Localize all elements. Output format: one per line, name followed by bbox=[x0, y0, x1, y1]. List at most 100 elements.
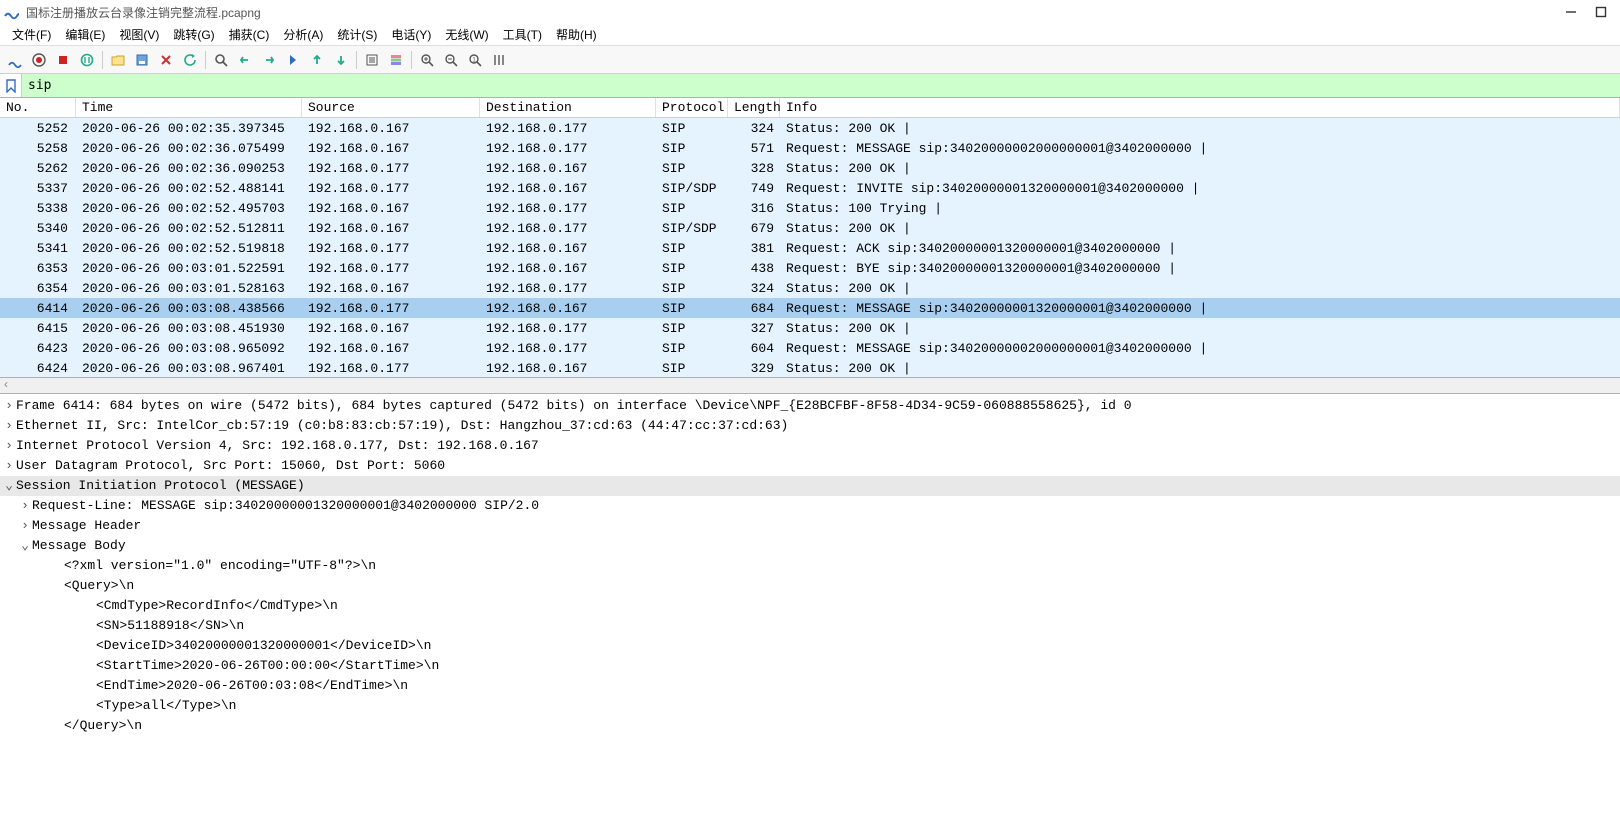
packet-row[interactable]: 52582020-06-26 00:02:36.075499192.168.0.… bbox=[0, 138, 1620, 158]
resize-columns-icon[interactable] bbox=[488, 49, 510, 71]
autoscroll-icon[interactable] bbox=[361, 49, 383, 71]
menubar: 文件(F) 编辑(E) 视图(V) 跳转(G) 捕获(C) 分析(A) 统计(S… bbox=[0, 24, 1620, 46]
col-header-info[interactable]: Info bbox=[780, 98, 1620, 117]
tree-xml-line[interactable]: <DeviceID>34020000001320000001</DeviceID… bbox=[0, 636, 1620, 656]
tree-ethernet[interactable]: ›Ethernet II, Src: IntelCor_cb:57:19 (c0… bbox=[0, 416, 1620, 436]
menu-help[interactable]: 帮助(H) bbox=[550, 24, 603, 45]
titlebar: 国标注册播放云台录像注销完整流程.pcapng bbox=[0, 0, 1620, 24]
col-header-protocol[interactable]: Protocol bbox=[656, 98, 728, 117]
chevron-right-icon[interactable]: › bbox=[2, 416, 16, 436]
close-file-icon[interactable] bbox=[155, 49, 177, 71]
chevron-right-icon[interactable]: › bbox=[18, 516, 32, 536]
start-capture-icon[interactable] bbox=[4, 49, 26, 71]
packet-row[interactable]: 64242020-06-26 00:03:08.967401192.168.0.… bbox=[0, 358, 1620, 378]
packet-row[interactable]: 53382020-06-26 00:02:52.495703192.168.0.… bbox=[0, 198, 1620, 218]
menu-telephony[interactable]: 电话(Y) bbox=[385, 24, 437, 45]
packet-row[interactable]: 52522020-06-26 00:02:35.397345192.168.0.… bbox=[0, 118, 1620, 138]
tree-sip[interactable]: ⌄Session Initiation Protocol (MESSAGE) bbox=[0, 476, 1620, 496]
restart-capture-icon[interactable] bbox=[52, 49, 74, 71]
cell-time: 2020-06-26 00:03:08.965092 bbox=[76, 341, 302, 356]
packet-row[interactable]: 64232020-06-26 00:03:08.965092192.168.0.… bbox=[0, 338, 1620, 358]
find-icon[interactable] bbox=[210, 49, 232, 71]
tree-udp[interactable]: ›User Datagram Protocol, Src Port: 15060… bbox=[0, 456, 1620, 476]
menu-file[interactable]: 文件(F) bbox=[6, 24, 57, 45]
menu-statistics[interactable]: 统计(S) bbox=[331, 24, 383, 45]
chevron-right-icon[interactable]: › bbox=[18, 496, 32, 516]
first-packet-icon[interactable] bbox=[306, 49, 328, 71]
display-filter-input[interactable] bbox=[22, 74, 1620, 97]
col-header-time[interactable]: Time bbox=[76, 98, 302, 117]
packet-row[interactable]: 53372020-06-26 00:02:52.488141192.168.0.… bbox=[0, 178, 1620, 198]
packet-row[interactable]: 63532020-06-26 00:03:01.522591192.168.0.… bbox=[0, 258, 1620, 278]
col-header-length[interactable]: Length bbox=[728, 98, 780, 117]
menu-view[interactable]: 视图(V) bbox=[113, 24, 165, 45]
tree-frame[interactable]: ›Frame 6414: 684 bytes on wire (5472 bit… bbox=[0, 396, 1620, 416]
tree-xml-line[interactable]: <Type>all</Type>\n bbox=[0, 696, 1620, 716]
zoom-reset-icon[interactable]: 1 bbox=[464, 49, 486, 71]
chevron-down-icon[interactable]: ⌄ bbox=[18, 536, 32, 556]
filter-bookmark-icon[interactable] bbox=[0, 74, 22, 97]
chevron-right-icon[interactable]: › bbox=[2, 396, 16, 416]
tree-request-line[interactable]: ›Request-Line: MESSAGE sip:3402000000132… bbox=[0, 496, 1620, 516]
chevron-down-icon[interactable]: ⌄ bbox=[2, 476, 16, 496]
minimize-button[interactable] bbox=[1562, 3, 1580, 21]
tree-xml-line[interactable]: <StartTime>2020-06-26T00:00:00</StartTim… bbox=[0, 656, 1620, 676]
packet-row[interactable]: 63542020-06-26 00:03:01.528163192.168.0.… bbox=[0, 278, 1620, 298]
zoom-in-icon[interactable] bbox=[416, 49, 438, 71]
cell-time: 2020-06-26 00:03:08.451930 bbox=[76, 321, 302, 336]
chevron-right-icon[interactable]: › bbox=[2, 436, 16, 456]
cell-protocol: SIP bbox=[656, 141, 728, 156]
col-header-source[interactable]: Source bbox=[302, 98, 480, 117]
reload-icon[interactable] bbox=[179, 49, 201, 71]
packet-row[interactable]: 52622020-06-26 00:02:36.090253192.168.0.… bbox=[0, 158, 1620, 178]
col-header-no[interactable]: No. bbox=[0, 98, 76, 117]
capture-options-icon[interactable] bbox=[76, 49, 98, 71]
tree-xml-line[interactable]: </Query>\n bbox=[0, 716, 1620, 736]
cell-time: 2020-06-26 00:02:36.090253 bbox=[76, 161, 302, 176]
packet-row[interactable]: 53402020-06-26 00:02:52.512811192.168.0.… bbox=[0, 218, 1620, 238]
last-packet-icon[interactable] bbox=[330, 49, 352, 71]
cell-no: 5252 bbox=[0, 121, 76, 136]
packet-row[interactable]: 64152020-06-26 00:03:08.451930192.168.0.… bbox=[0, 318, 1620, 338]
tree-xml-line[interactable]: <?xml version="1.0" encoding="UTF-8"?>\n bbox=[0, 556, 1620, 576]
cell-source: 192.168.0.177 bbox=[302, 241, 480, 256]
tree-xml-line[interactable]: <SN>51188918</SN>\n bbox=[0, 616, 1620, 636]
cell-no: 6414 bbox=[0, 301, 76, 316]
prev-packet-icon[interactable] bbox=[234, 49, 256, 71]
tree-ip[interactable]: ›Internet Protocol Version 4, Src: 192.1… bbox=[0, 436, 1620, 456]
chevron-right-icon[interactable]: › bbox=[2, 456, 16, 476]
packet-list[interactable]: No. Time Source Destination Protocol Len… bbox=[0, 98, 1620, 378]
packet-row[interactable]: 53412020-06-26 00:02:52.519818192.168.0.… bbox=[0, 238, 1620, 258]
tree-xml-line[interactable]: <CmdType>RecordInfo</CmdType>\n bbox=[0, 596, 1620, 616]
cell-protocol: SIP bbox=[656, 361, 728, 376]
packet-row[interactable]: 64142020-06-26 00:03:08.438566192.168.0.… bbox=[0, 298, 1620, 318]
menu-tools[interactable]: 工具(T) bbox=[497, 24, 548, 45]
menu-go[interactable]: 跳转(G) bbox=[167, 24, 220, 45]
menu-edit[interactable]: 编辑(E) bbox=[59, 24, 111, 45]
cell-no: 6354 bbox=[0, 281, 76, 296]
stop-capture-icon[interactable] bbox=[28, 49, 50, 71]
jump-packet-icon[interactable] bbox=[282, 49, 304, 71]
tree-xml-line[interactable]: <EndTime>2020-06-26T00:03:08</EndTime>\n bbox=[0, 676, 1620, 696]
cell-time: 2020-06-26 00:02:52.488141 bbox=[76, 181, 302, 196]
horizontal-scrollbar[interactable] bbox=[0, 378, 1620, 394]
colorize-icon[interactable] bbox=[385, 49, 407, 71]
menu-wireless[interactable]: 无线(W) bbox=[439, 24, 494, 45]
tree-message-body[interactable]: ⌄Message Body bbox=[0, 536, 1620, 556]
packet-details[interactable]: ›Frame 6414: 684 bytes on wire (5472 bit… bbox=[0, 394, 1620, 754]
tree-xml-line[interactable]: <Query>\n bbox=[0, 576, 1620, 596]
tree-message-header[interactable]: ›Message Header bbox=[0, 516, 1620, 536]
cell-time: 2020-06-26 00:02:52.519818 bbox=[76, 241, 302, 256]
col-header-destination[interactable]: Destination bbox=[480, 98, 656, 117]
next-packet-icon[interactable] bbox=[258, 49, 280, 71]
window-title: 国标注册播放云台录像注销完整流程.pcapng bbox=[26, 4, 1562, 21]
menu-analyze[interactable]: 分析(A) bbox=[277, 24, 329, 45]
menu-capture[interactable]: 捕获(C) bbox=[223, 24, 276, 45]
cell-length: 684 bbox=[728, 301, 780, 316]
save-file-icon[interactable] bbox=[131, 49, 153, 71]
open-file-icon[interactable] bbox=[107, 49, 129, 71]
cell-time: 2020-06-26 00:03:01.522591 bbox=[76, 261, 302, 276]
maximize-button[interactable] bbox=[1592, 3, 1610, 21]
zoom-out-icon[interactable] bbox=[440, 49, 462, 71]
wireshark-icon bbox=[4, 4, 20, 20]
